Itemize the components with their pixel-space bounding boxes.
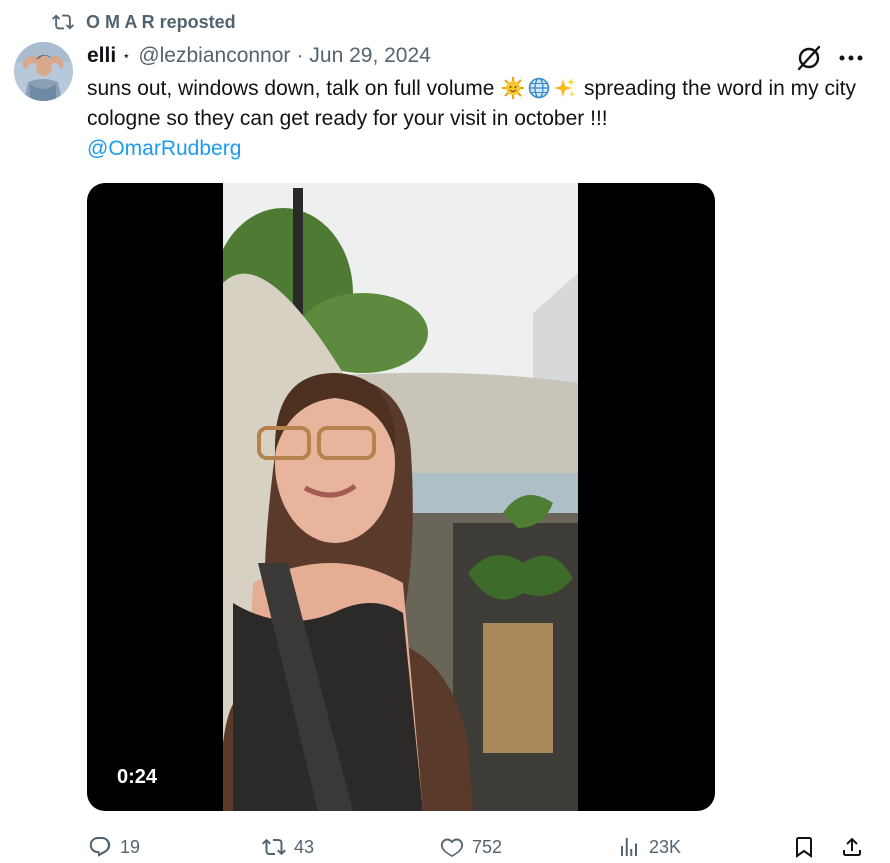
reply-icon xyxy=(89,837,111,857)
video-duration: 0:24 xyxy=(117,766,158,788)
tweet-date[interactable]: Jun 29, 2024 xyxy=(309,44,430,68)
views-button[interactable]: 23K xyxy=(617,832,681,862)
bookmark-button[interactable] xyxy=(792,832,824,862)
tweet-header: elli ⋆ @lezbianconnor · Jun 29, 2024 xyxy=(87,42,431,70)
author-name[interactable]: elli xyxy=(87,44,116,68)
heart-icon xyxy=(440,838,464,858)
repost-label: O M A R reposted xyxy=(86,11,236,32)
author-badge: ⋆ xyxy=(122,48,131,63)
repost-count: 43 xyxy=(294,836,315,857)
analytics-icon xyxy=(621,838,637,856)
share-icon xyxy=(843,837,861,856)
sparkles-icon xyxy=(554,77,576,99)
reply-count: 19 xyxy=(120,836,141,857)
reply-button[interactable]: 19 xyxy=(88,832,140,862)
author-handle[interactable]: @lezbianconnor xyxy=(138,44,290,68)
separator-dot: · xyxy=(296,44,304,67)
repost-icon xyxy=(52,14,74,30)
like-button[interactable]: 752 xyxy=(440,832,502,862)
globe-with-meridians-icon xyxy=(528,77,550,99)
avatar[interactable] xyxy=(14,42,73,101)
share-button[interactable] xyxy=(840,832,872,862)
repost-button[interactable]: 43 xyxy=(262,832,314,862)
sun-with-face-icon xyxy=(502,77,525,99)
video-frame[interactable] xyxy=(213,183,578,811)
repost-context[interactable]: O M A R reposted xyxy=(52,10,236,34)
like-count: 752 xyxy=(472,836,503,857)
views-count: 23K xyxy=(649,836,682,857)
more-options-icon[interactable] xyxy=(836,44,866,72)
tweet-text-part1: suns out, windows down, talk on full vol… xyxy=(87,77,501,100)
mention-link[interactable]: @OmarRudberg xyxy=(87,134,862,164)
bookmark-icon xyxy=(796,837,812,858)
action-bar: 19 43 752 23K xyxy=(0,832,890,862)
video-player[interactable]: 0:24 xyxy=(87,183,715,811)
grok-icon[interactable] xyxy=(795,44,823,72)
repost-icon xyxy=(262,838,286,856)
tweet-text: suns out, windows down, talk on full vol… xyxy=(87,74,862,164)
